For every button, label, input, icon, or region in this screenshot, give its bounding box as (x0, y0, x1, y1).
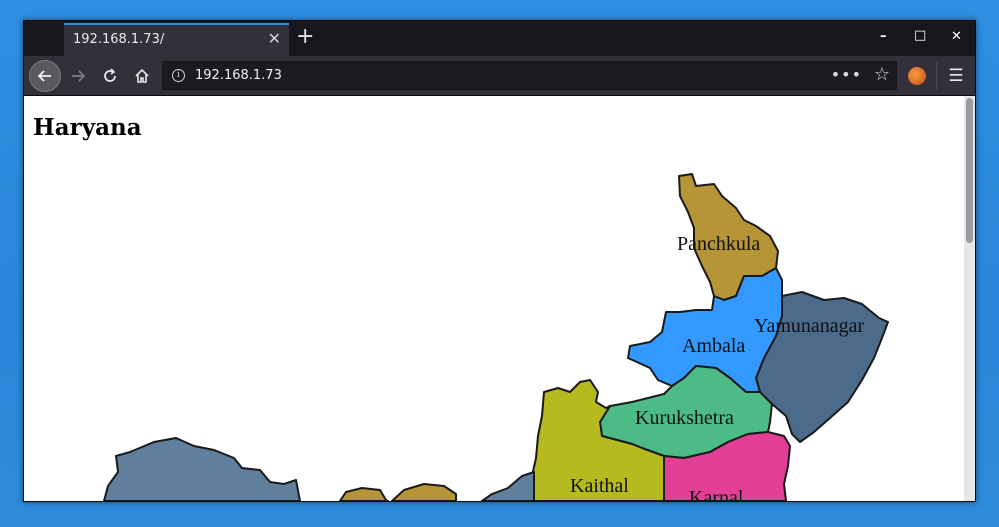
scrollbar-thumb[interactable] (966, 98, 973, 243)
home-button[interactable] (128, 62, 156, 90)
forward-arrow-icon (72, 70, 86, 82)
toolbar-separator (936, 62, 937, 90)
tab-close-icon[interactable]: ✕ (268, 30, 281, 48)
label-kaithal: Kaithal (570, 475, 629, 497)
minimize-button[interactable]: – (880, 29, 887, 44)
label-kurukshetra: Kurukshetra (635, 407, 734, 429)
maximize-button[interactable]: □ (914, 28, 926, 43)
forward-button[interactable] (64, 62, 92, 90)
close-window-button[interactable]: ✕ (951, 29, 962, 44)
vertical-scrollbar[interactable] (964, 96, 975, 501)
browser-window: 192.168.1.73/ ✕ + – □ ✕ i 192.168.1.73 •… (23, 20, 976, 502)
address-bar[interactable]: i 192.168.1.73 ••• ☆ (162, 61, 897, 90)
star-icon[interactable]: ☆ (874, 64, 890, 85)
more-dots-icon[interactable]: ••• (831, 65, 862, 84)
hamburger-menu-icon[interactable]: ☰ (944, 62, 968, 90)
district-south-1[interactable] (339, 487, 389, 501)
home-icon (135, 68, 149, 83)
reload-icon (104, 68, 116, 82)
district-west[interactable] (103, 437, 301, 501)
info-icon[interactable]: i (172, 69, 185, 82)
new-tab-button[interactable]: + (296, 25, 314, 49)
title-bar: 192.168.1.73/ ✕ + – □ ✕ (24, 21, 975, 56)
label-yamunanagar: Yamunanagar (754, 315, 865, 337)
label-karnal: Karnal (689, 487, 744, 501)
reload-button[interactable] (96, 62, 124, 90)
extension-icon[interactable] (908, 67, 926, 85)
navigation-toolbar: i 192.168.1.73 ••• ☆ ☰ (24, 56, 975, 96)
tab-title: 192.168.1.73/ (73, 32, 165, 47)
label-ambala: Ambala (682, 335, 745, 357)
district-south-2[interactable] (391, 483, 457, 501)
back-button[interactable] (29, 60, 61, 92)
label-panchkula: Panchkula (677, 233, 760, 255)
haryana-district-map: Panchkula Yamunanagar Ambala Kurukshetra… (103, 173, 889, 501)
browser-tab[interactable]: 192.168.1.73/ ✕ (64, 23, 289, 56)
page-content: Haryana Panchkula Yamunanagar Ambala Kur… (24, 96, 964, 501)
url-text[interactable]: 192.168.1.73 (195, 68, 282, 83)
back-arrow-icon (37, 70, 51, 82)
district-south-3[interactable] (481, 471, 535, 501)
